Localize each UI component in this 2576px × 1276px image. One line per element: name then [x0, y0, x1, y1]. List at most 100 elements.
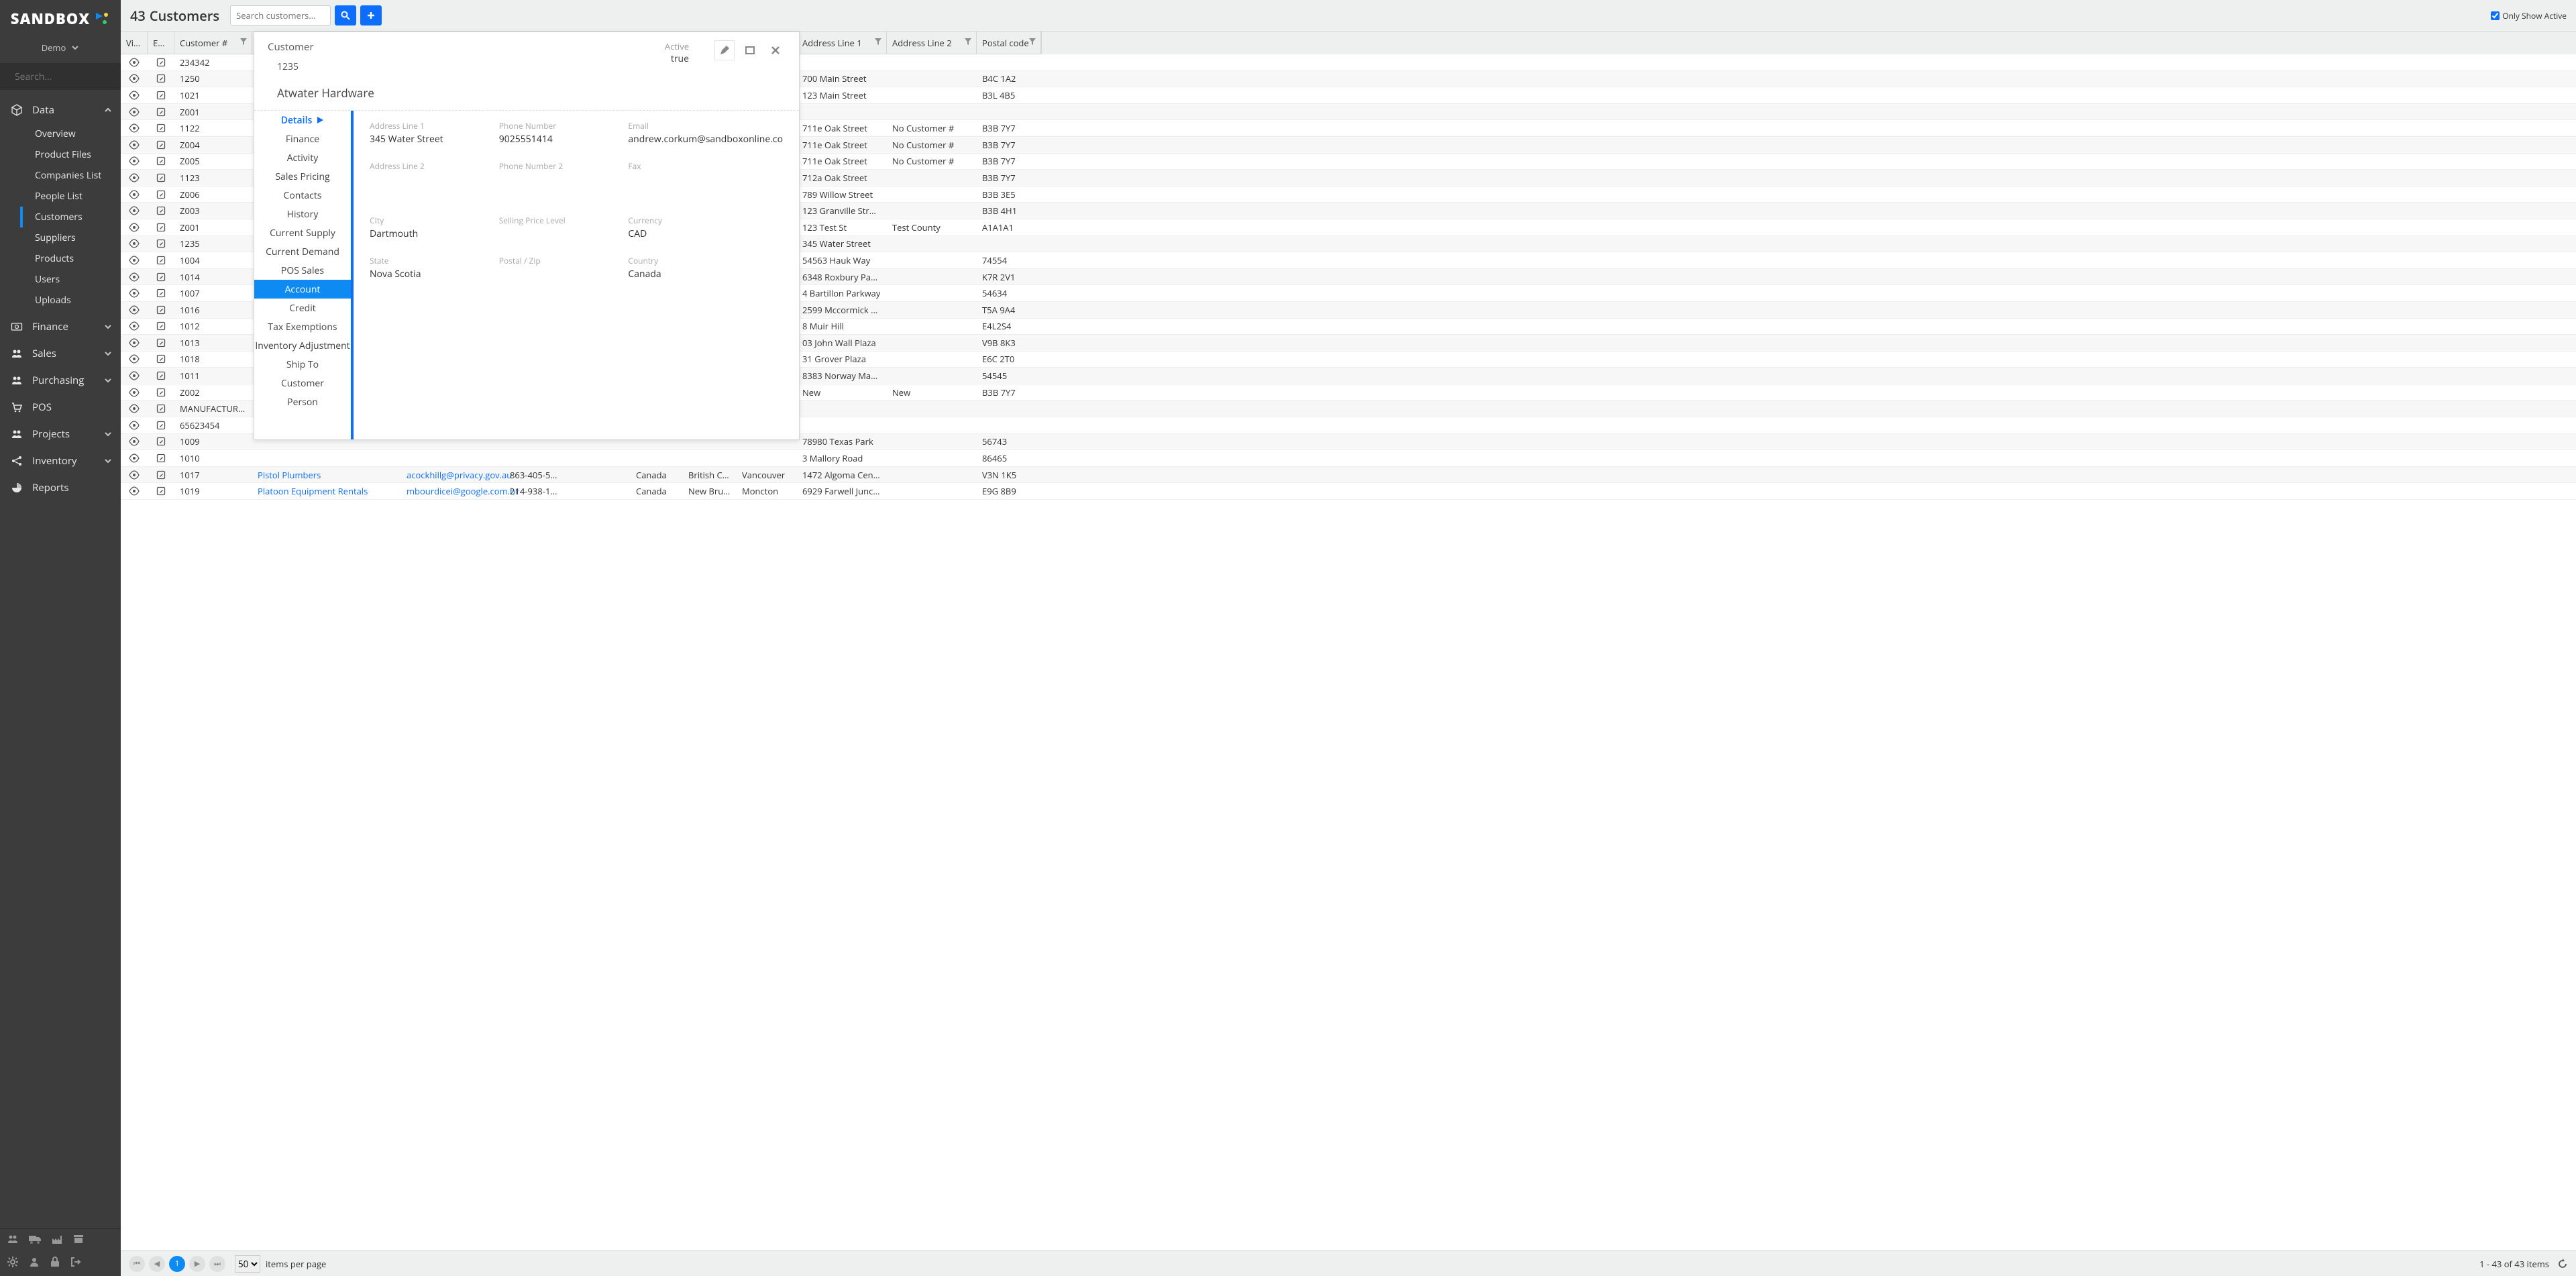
panel-tab-tax-exemptions[interactable]: Tax Exemptions	[254, 317, 351, 336]
nav-pos[interactable]: POS	[0, 394, 121, 421]
filter-icon[interactable]	[239, 38, 248, 46]
pager-size-select[interactable]: 50	[235, 1255, 260, 1273]
view-row-button[interactable]	[121, 187, 148, 203]
edit-row-button[interactable]	[148, 467, 174, 483]
nav-data[interactable]: Data	[0, 97, 121, 123]
nav-reports[interactable]: Reports	[0, 474, 121, 501]
link[interactable]: Platoon Equipment Rentals	[258, 485, 368, 497]
view-row-button[interactable]	[121, 120, 148, 136]
nav-finance[interactable]: Finance	[0, 313, 121, 340]
sidebar-item-customers[interactable]: Customers	[0, 207, 121, 227]
table-row[interactable]: 1019Platoon Equipment Rentalsmbourdicei@…	[121, 483, 2576, 500]
view-row-button[interactable]	[121, 335, 148, 351]
nav-inventory[interactable]: Inventory	[0, 447, 121, 474]
view-row-button[interactable]	[121, 368, 148, 384]
view-row-button[interactable]	[121, 170, 148, 186]
table-row[interactable]: 10103 Mallory Road86465	[121, 450, 2576, 467]
column-header[interactable]: Customer #	[174, 32, 252, 54]
edit-row-button[interactable]	[148, 417, 174, 433]
link[interactable]: Pistol Plumbers	[258, 469, 321, 481]
factory-quick-icon[interactable]	[51, 1233, 63, 1245]
edit-row-button[interactable]	[148, 352, 174, 368]
archive-quick-icon[interactable]	[72, 1233, 85, 1245]
tenant-switcher[interactable]: Demo	[0, 38, 121, 63]
sign-out-icon[interactable]	[70, 1256, 82, 1268]
column-header[interactable]: Address Line 2	[887, 32, 977, 54]
edit-row-button[interactable]	[148, 384, 174, 401]
view-row-button[interactable]	[121, 54, 148, 70]
edit-row-button[interactable]	[148, 319, 174, 335]
link[interactable]: acockhillg@privacy.gov.au	[407, 469, 512, 481]
link[interactable]: mbourdicei@google.com.br	[407, 485, 519, 497]
users-quick-icon[interactable]	[7, 1233, 19, 1245]
panel-tab-current-demand[interactable]: Current Demand	[254, 242, 351, 261]
panel-tab-contacts[interactable]: Contacts	[254, 186, 351, 205]
table-row[interactable]: 1017Pistol Plumbersacockhillg@privacy.go…	[121, 467, 2576, 484]
nav-projects[interactable]: Projects	[0, 421, 121, 447]
search-input[interactable]	[230, 5, 331, 25]
view-row-button[interactable]	[121, 401, 148, 417]
search-button[interactable]	[335, 5, 356, 25]
pager-page-button[interactable]: 1	[169, 1256, 185, 1272]
edit-row-button[interactable]	[148, 269, 174, 285]
scrollbar-track[interactable]	[1041, 32, 1052, 54]
column-header[interactable]: View	[121, 32, 148, 54]
sidebar-item-suppliers[interactable]: Suppliers	[0, 227, 121, 248]
edit-row-button[interactable]	[148, 434, 174, 450]
panel-tab-pos-sales[interactable]: POS Sales	[254, 261, 351, 280]
edit-row-button[interactable]	[148, 483, 174, 499]
view-row-button[interactable]	[121, 483, 148, 499]
nav-sales[interactable]: Sales	[0, 340, 121, 367]
edit-row-button[interactable]	[148, 104, 174, 120]
edit-row-button[interactable]	[148, 120, 174, 136]
sidebar-item-people-list[interactable]: People List	[0, 186, 121, 207]
only-active-toggle[interactable]: Only Show Active	[2491, 10, 2567, 21]
panel-tab-inventory-adjustment[interactable]: Inventory Adjustment	[254, 336, 351, 355]
edit-row-button[interactable]	[148, 203, 174, 219]
edit-row-button[interactable]	[148, 87, 174, 103]
view-row-button[interactable]	[121, 450, 148, 466]
edit-row-button[interactable]	[148, 187, 174, 203]
edit-row-button[interactable]	[148, 54, 174, 70]
edit-row-button[interactable]	[148, 285, 174, 301]
edit-row-button[interactable]	[148, 401, 174, 417]
view-row-button[interactable]	[121, 302, 148, 318]
panel-tab-ship-to[interactable]: Ship To	[254, 355, 351, 374]
filter-icon[interactable]	[1028, 38, 1036, 46]
panel-tab-finance[interactable]: Finance	[254, 129, 351, 148]
panel-tab-customer[interactable]: Customer	[254, 374, 351, 392]
edit-row-button[interactable]	[148, 236, 174, 252]
view-row-button[interactable]	[121, 137, 148, 153]
view-row-button[interactable]	[121, 219, 148, 235]
view-row-button[interactable]	[121, 87, 148, 103]
column-header[interactable]: Address Line 1	[797, 32, 887, 54]
edit-row-button[interactable]	[148, 170, 174, 186]
view-row-button[interactable]	[121, 352, 148, 368]
truck-quick-icon[interactable]	[28, 1234, 42, 1244]
view-row-button[interactable]	[121, 285, 148, 301]
view-row-button[interactable]	[121, 417, 148, 433]
sidebar-item-products[interactable]: Products	[0, 248, 121, 269]
sidebar-item-companies-list[interactable]: Companies List	[0, 165, 121, 186]
view-row-button[interactable]	[121, 319, 148, 335]
column-header[interactable]: Edit	[148, 32, 174, 54]
panel-tab-account[interactable]: Account	[254, 280, 351, 299]
view-row-button[interactable]	[121, 434, 148, 450]
nav-purchasing[interactable]: Purchasing	[0, 367, 121, 394]
view-row-button[interactable]	[121, 467, 148, 483]
panel-tab-person[interactable]: Person	[254, 392, 351, 411]
panel-edit-button[interactable]	[714, 40, 735, 60]
view-row-button[interactable]	[121, 104, 148, 120]
panel-tab-activity[interactable]: Activity	[254, 148, 351, 167]
edit-row-button[interactable]	[148, 71, 174, 87]
view-row-button[interactable]	[121, 236, 148, 252]
edit-row-button[interactable]	[148, 154, 174, 170]
view-row-button[interactable]	[121, 71, 148, 87]
sidebar-search-input[interactable]	[15, 70, 133, 83]
edit-row-button[interactable]	[148, 252, 174, 268]
edit-row-button[interactable]	[148, 302, 174, 318]
sidebar-item-product-files[interactable]: Product Files	[0, 144, 121, 165]
view-row-button[interactable]	[121, 203, 148, 219]
edit-row-button[interactable]	[148, 219, 174, 235]
view-row-button[interactable]	[121, 269, 148, 285]
